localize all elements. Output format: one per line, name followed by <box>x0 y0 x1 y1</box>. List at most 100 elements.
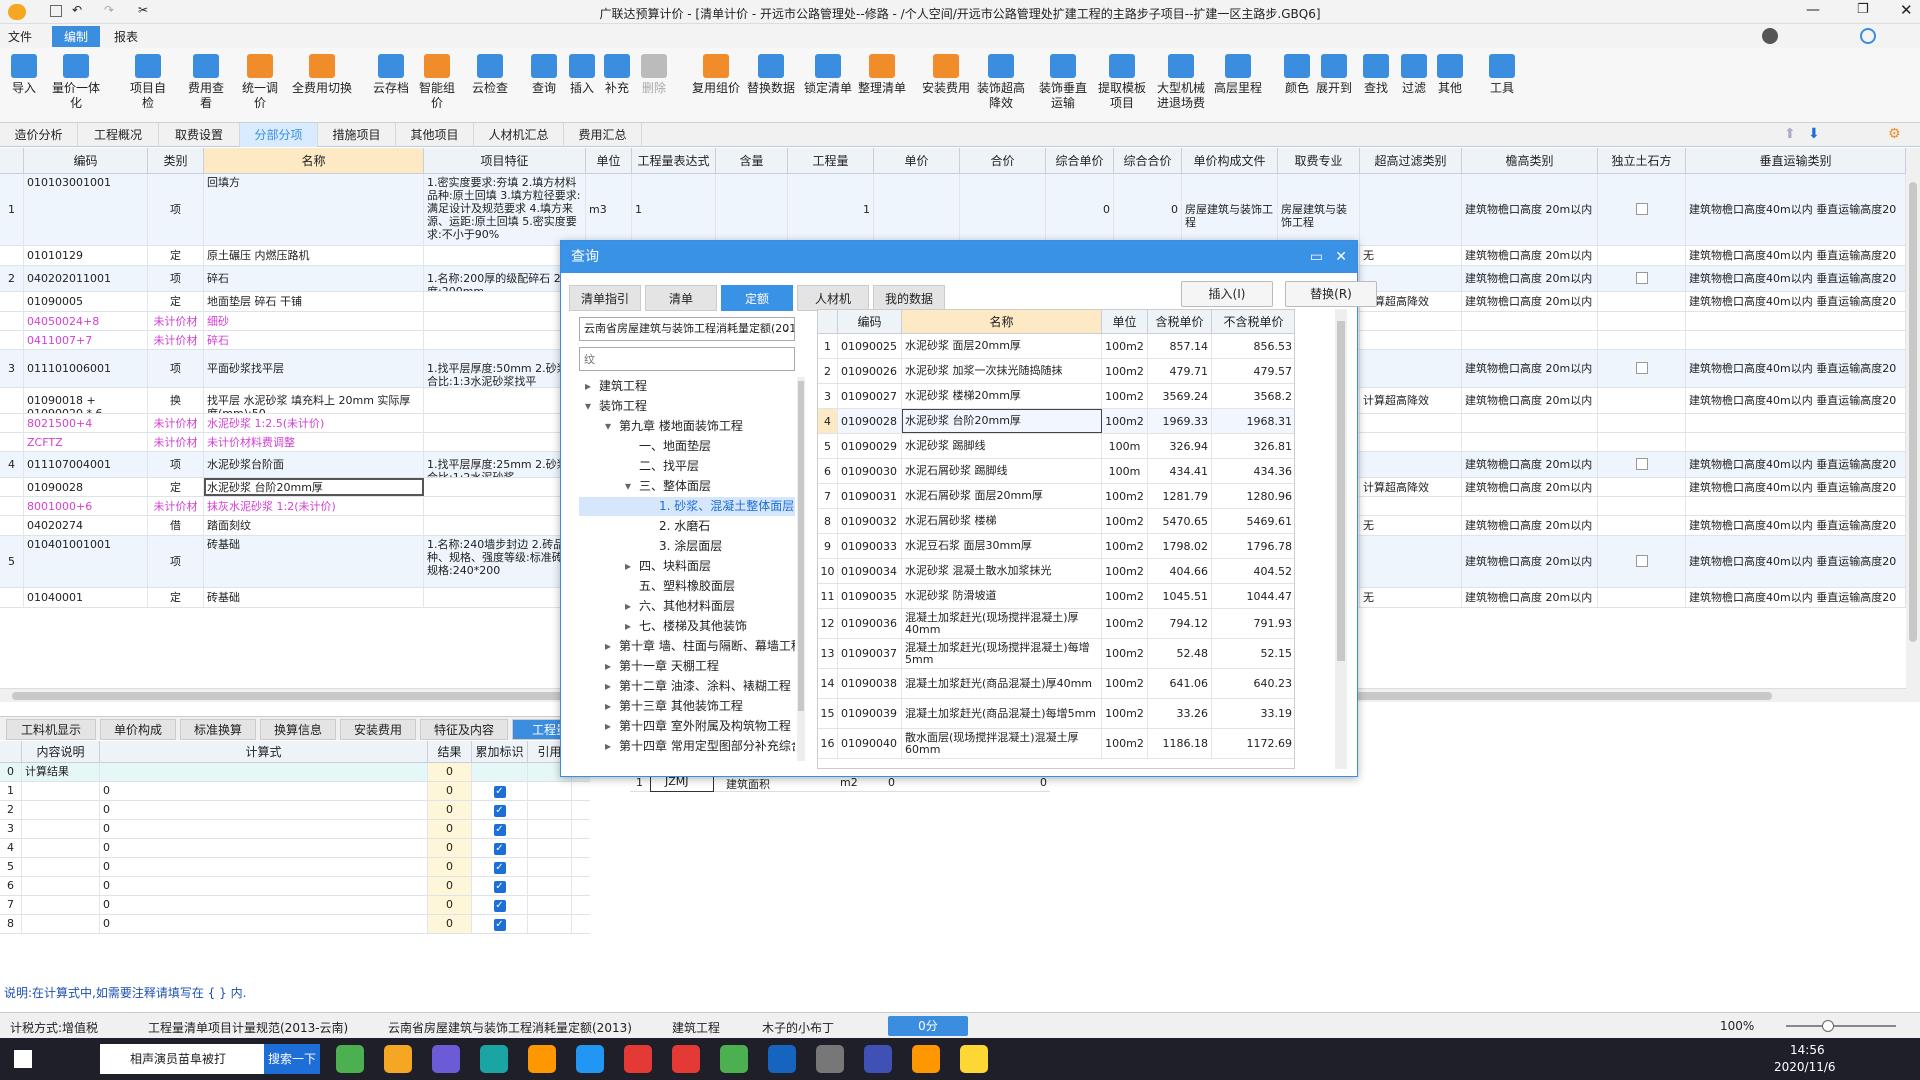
tab-measures[interactable]: 措施项目 <box>318 123 396 147</box>
tree-node[interactable]: ▸ 第十三章 其他装饰工程 <box>579 697 795 716</box>
search-now-button[interactable]: 搜索一下 <box>264 1044 320 1074</box>
row-checkbox[interactable] <box>1635 458 1648 470</box>
quantity-row[interactable]: 3 0 0 ✓ <box>0 820 590 839</box>
tree-scrollbar[interactable] <box>797 377 805 761</box>
grid-vscrollbar[interactable] <box>1906 148 1920 702</box>
settings-icon[interactable]: ⚙ <box>1888 126 1901 142</box>
other-button[interactable]: 其他 <box>1428 52 1472 96</box>
grid-header-code[interactable]: 编码 <box>24 148 148 174</box>
full-cost-button[interactable]: 全费用切换 <box>292 52 352 96</box>
quantity-ref[interactable] <box>528 915 572 933</box>
result-row[interactable]: 15 01090039 混凝土加浆赶光(商品混凝土)每增5mm 100m2 33.26 3… <box>818 699 1294 729</box>
tree-expander-icon[interactable]: ▾ <box>605 417 619 436</box>
tree-expander-icon[interactable]: ▸ <box>605 717 619 736</box>
dialog-title-bar[interactable]: 查询 ▭ ✕ <box>561 241 1357 273</box>
tree-expander-icon[interactable]: ▸ <box>625 617 639 636</box>
user-avatar[interactable] <box>1762 28 1778 44</box>
quantity-desc[interactable] <box>22 820 100 838</box>
status-spec[interactable]: 工程量清单项目计量规范(2013-云南) <box>148 1019 348 1036</box>
tab-install-fee[interactable]: 安装费用 <box>340 719 416 740</box>
accumulate-checkbox[interactable]: ✓ <box>493 900 506 912</box>
menu-report[interactable]: 报表 <box>114 28 138 45</box>
taskbar-app-icon[interactable] <box>816 1045 844 1073</box>
row-checkbox[interactable] <box>1635 362 1648 374</box>
tidy-list-button[interactable]: 整理清单 <box>856 52 908 96</box>
quantity-ref[interactable] <box>528 858 572 876</box>
accumulate-checkbox[interactable]: ✓ <box>493 805 506 817</box>
tree-expander-icon[interactable]: ▸ <box>585 377 599 396</box>
tree-expander-icon[interactable]: ▸ <box>625 557 639 576</box>
deco-vertical-button[interactable]: 装饰垂直运输 <box>1037 52 1089 111</box>
tree-node[interactable]: ▾ 第九章 楼地面装饰工程 <box>579 417 795 436</box>
maximize-icon[interactable]: ▭ <box>1310 241 1323 273</box>
tree-node[interactable]: ▸ 六、其他材料面层 <box>579 597 795 616</box>
lock-list-button[interactable]: 锁定清单 <box>802 52 854 96</box>
quantity-row[interactable]: 8 0 0 ✓ <box>0 915 590 934</box>
menu-file[interactable]: 文件 <box>8 28 32 45</box>
tree-node[interactable]: ▸ 七、楼梯及其他装饰 <box>579 617 795 636</box>
smart-price-button[interactable]: 智能组价 <box>415 52 459 111</box>
grid-header-comp-price[interactable]: 综合单价 <box>1046 148 1114 174</box>
quantity-formula[interactable]: 0 <box>100 839 428 857</box>
grid-header-unit[interactable]: 单位 <box>586 148 632 174</box>
bgrid-header-accum[interactable]: 累加标识 <box>472 741 528 763</box>
install-cost-button[interactable]: 安装费用 <box>920 52 972 96</box>
result-row[interactable]: 6 01090030 水泥石屑砂浆 踢脚线 100m 434.41 434.36 <box>818 459 1294 484</box>
quantity-desc[interactable] <box>22 877 100 895</box>
menu-edit[interactable]: 编制 <box>52 26 101 47</box>
tab-material-summary[interactable]: 人材机汇总 <box>474 123 564 147</box>
quantity-row[interactable]: 0 计算结果 0 <box>0 763 590 782</box>
result-row[interactable]: 12 01090036 混凝土加浆赶光(现场搅拌混凝土)厚40mm 100m2 794.… <box>818 609 1294 639</box>
quantity-ref[interactable] <box>528 782 572 800</box>
import-button[interactable]: 导入 <box>2 52 46 96</box>
tab-material-display[interactable]: 工料机显示 <box>6 719 96 740</box>
taskbar-app-icon[interactable] <box>672 1045 700 1073</box>
library-select[interactable]: 云南省房屋建筑与装饰工程消耗量定额(2013) ⌄ <box>579 317 795 341</box>
results-header-tax[interactable]: 含税单价 <box>1148 310 1212 334</box>
grid-header-fee-major[interactable]: 取费专业 <box>1278 148 1360 174</box>
zoom-slider[interactable] <box>1786 1020 1896 1032</box>
tree-expander-icon[interactable]: ▸ <box>605 657 619 676</box>
status-major[interactable]: 建筑工程 <box>672 1019 720 1036</box>
grid-header-expr[interactable]: 工程量表达式 <box>632 148 716 174</box>
quantity-ref[interactable] <box>528 877 572 895</box>
taskbar-app-icon[interactable] <box>960 1045 988 1073</box>
taskbar-app-icon[interactable] <box>480 1045 508 1073</box>
help-icon[interactable] <box>1860 28 1876 44</box>
quantity-desc[interactable] <box>22 858 100 876</box>
self-check-button[interactable]: 项目自检 <box>126 52 170 111</box>
delete-button[interactable]: 删除 <box>632 52 676 96</box>
grid-header-eaves[interactable]: 檐高类别 <box>1462 148 1598 174</box>
cloud-save-button[interactable]: 云存档 <box>369 52 413 96</box>
result-row[interactable]: 11 01090035 水泥砂浆 防滑坡道 100m2 1045.51 1044.47 <box>818 584 1294 609</box>
grid-header-vertical[interactable]: 垂直运输类别 <box>1686 148 1906 174</box>
tree-node[interactable]: ▸第十四章 常用定型图部分补充综合定额 <box>579 737 795 756</box>
grid-header-qty[interactable]: 工程量 <box>788 148 874 174</box>
quantity-row[interactable]: 1 0 0 ✓ <box>0 782 590 801</box>
quantity-row[interactable]: 6 0 0 ✓ <box>0 877 590 896</box>
quantity-desc[interactable] <box>22 801 100 819</box>
tree-node[interactable]: ▸ 建筑工程 <box>579 377 795 396</box>
tab-other-items[interactable]: 其他项目 <box>396 123 474 147</box>
result-row[interactable]: 1 01090025 水泥砂浆 面层20mm厚 100m2 857.14 856.53 <box>818 334 1294 359</box>
taskbar-app-icon[interactable] <box>576 1045 604 1073</box>
tree-node[interactable]: ▾ 装饰工程 <box>579 397 795 416</box>
row-checkbox[interactable] <box>1635 203 1648 215</box>
accumulate-checkbox[interactable]: ✓ <box>493 862 506 874</box>
accumulate-checkbox[interactable]: ✓ <box>493 919 506 931</box>
tab-sub-items[interactable]: 分部分项 <box>240 123 318 147</box>
tree-expander-icon[interactable]: ▸ <box>605 697 619 716</box>
grid-header-content[interactable]: 含量 <box>716 148 788 174</box>
tree-node[interactable]: ▸ 第十一章 天棚工程 <box>579 657 795 676</box>
result-row[interactable]: 9 01090033 水泥豆石浆 面层30mm厚 100m2 1798.02 1796.7… <box>818 534 1294 559</box>
tab-fee-settings[interactable]: 取费设置 <box>159 123 240 147</box>
taskbar-app-icon[interactable] <box>336 1045 364 1073</box>
quantity-ref[interactable] <box>528 896 572 914</box>
dialog-tab-my-data[interactable]: 我的数据 <box>873 285 945 311</box>
taskbar-app-icon[interactable] <box>624 1045 652 1073</box>
tree-node[interactable]: ▾ 三、整体面层 <box>579 477 795 496</box>
accumulate-checkbox[interactable]: ✓ <box>493 786 506 798</box>
dialog-tab-list-guide[interactable]: 清单指引 <box>569 285 641 311</box>
tree-node[interactable]: ▸ 第十章 墙、柱面与隔断、幕墙工程 <box>579 637 795 656</box>
dialog-tab-list[interactable]: 清单 <box>645 285 717 311</box>
